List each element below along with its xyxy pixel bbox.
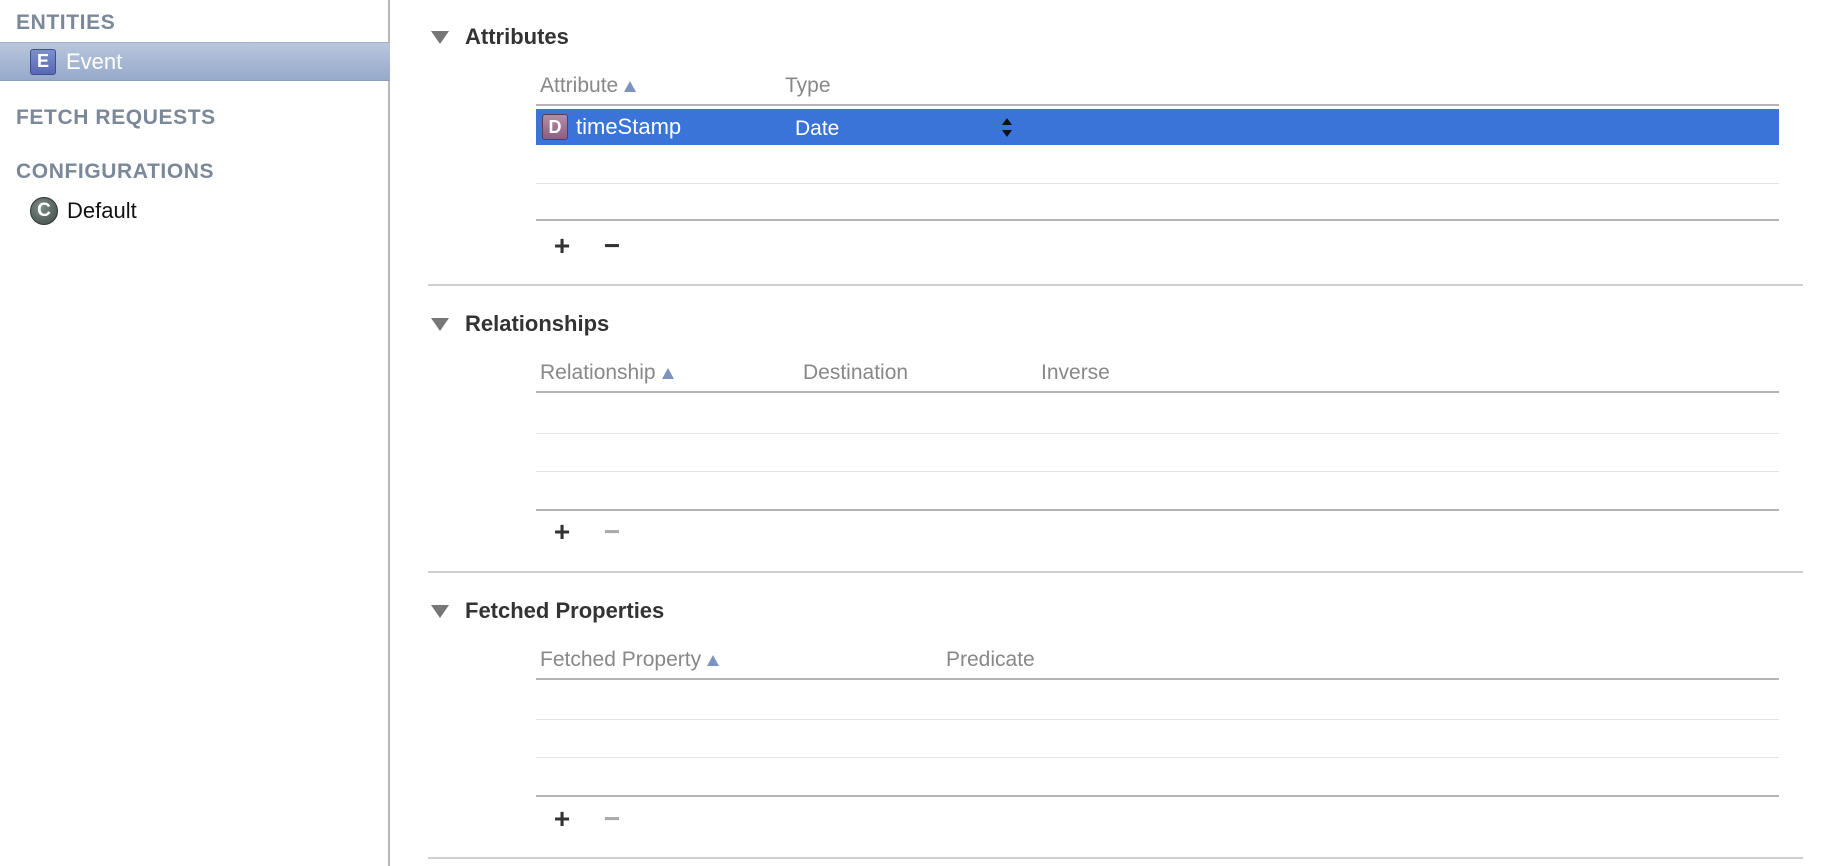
column-label: Predicate <box>946 648 1035 671</box>
row-divider <box>536 183 1779 184</box>
row-divider <box>536 471 1779 472</box>
header-divider <box>536 104 1779 106</box>
sidebar-item-label: Event <box>66 48 123 74</box>
relationships-table: Relationship Destination Inverse <box>536 361 1779 536</box>
row-divider <box>536 757 1779 758</box>
section-divider <box>428 571 1803 573</box>
sidebar-item-default[interactable]: C Default <box>0 191 390 230</box>
relationships-section: Relationships Relationship Destination I… <box>428 309 1793 546</box>
remove-fetched-property-button[interactable]: − <box>599 805 625 833</box>
relationships-header[interactable]: Relationships <box>428 309 609 339</box>
fetched-properties-section: Fetched Properties Fetched Property Pred… <box>428 596 1793 833</box>
column-label: Type <box>785 74 831 97</box>
column-header-destination[interactable]: Destination <box>803 361 908 385</box>
configuration-icon: C <box>30 196 58 225</box>
section-divider <box>428 857 1803 859</box>
attribute-name-cell[interactable]: timeStamp <box>576 114 681 140</box>
disclosure-triangle-icon[interactable] <box>431 604 449 618</box>
column-label: Inverse <box>1041 361 1110 384</box>
table-row[interactable]: D timeStamp Date <box>536 109 1779 145</box>
section-title: Relationships <box>465 311 610 336</box>
column-header-predicate[interactable]: Predicate <box>946 648 1035 672</box>
entity-icon: E <box>30 48 56 75</box>
sidebar: ENTITIES E Event FETCH REQUESTS CONFIGUR… <box>0 0 390 866</box>
sort-ascending-icon <box>624 80 637 92</box>
header-divider <box>536 678 1779 680</box>
entity-editor: Attributes Attribute Type D timeStamp Da… <box>392 0 1840 866</box>
popup-arrows-icon[interactable] <box>1001 118 1013 140</box>
attributes-header[interactable]: Attributes <box>428 22 569 52</box>
attributes-section: Attributes Attribute Type D timeStamp Da… <box>428 22 1793 260</box>
disclosure-triangle-icon[interactable] <box>431 30 449 44</box>
table-bottom-border <box>536 219 1779 221</box>
table-bottom-border <box>536 795 1779 797</box>
header-divider <box>536 391 1779 393</box>
fetch-requests-header: FETCH REQUESTS <box>16 106 216 129</box>
sidebar-item-event[interactable]: E Event <box>0 42 390 81</box>
row-divider <box>536 433 1779 434</box>
column-header-inverse[interactable]: Inverse <box>1041 361 1110 385</box>
attributes-table: Attribute Type D timeStamp Date <box>536 74 1779 249</box>
section-title: Attributes <box>465 24 569 49</box>
column-header-attribute[interactable]: Attribute <box>540 74 637 98</box>
column-label: Relationship <box>540 361 656 384</box>
column-label: Attribute <box>540 74 619 97</box>
remove-attribute-button[interactable]: − <box>599 232 625 260</box>
date-type-icon: D <box>542 114 568 140</box>
section-divider <box>428 284 1803 286</box>
disclosure-triangle-icon[interactable] <box>431 317 449 331</box>
fetched-properties-header[interactable]: Fetched Properties <box>428 596 664 626</box>
sort-ascending-icon <box>661 367 674 379</box>
add-attribute-button[interactable]: + <box>549 232 575 260</box>
column-header-fetched-property[interactable]: Fetched Property <box>540 648 720 672</box>
attribute-type-popup[interactable]: Date <box>795 117 839 141</box>
sort-ascending-icon <box>707 654 720 666</box>
row-divider <box>536 719 1779 720</box>
column-header-type[interactable]: Type <box>785 74 831 98</box>
section-title: Fetched Properties <box>465 598 665 623</box>
add-fetched-property-button[interactable]: + <box>549 805 575 833</box>
entities-header: ENTITIES <box>16 11 116 34</box>
table-bottom-border <box>536 509 1779 511</box>
column-label: Fetched Property <box>540 648 702 671</box>
sidebar-item-label: Default <box>67 197 137 223</box>
fetched-properties-table: Fetched Property Predicate <box>536 648 1779 823</box>
configurations-header: CONFIGURATIONS <box>16 160 215 183</box>
add-relationship-button[interactable]: + <box>549 518 575 546</box>
column-label: Destination <box>803 361 909 384</box>
remove-relationship-button[interactable]: − <box>599 518 625 546</box>
column-header-relationship[interactable]: Relationship <box>540 361 674 385</box>
